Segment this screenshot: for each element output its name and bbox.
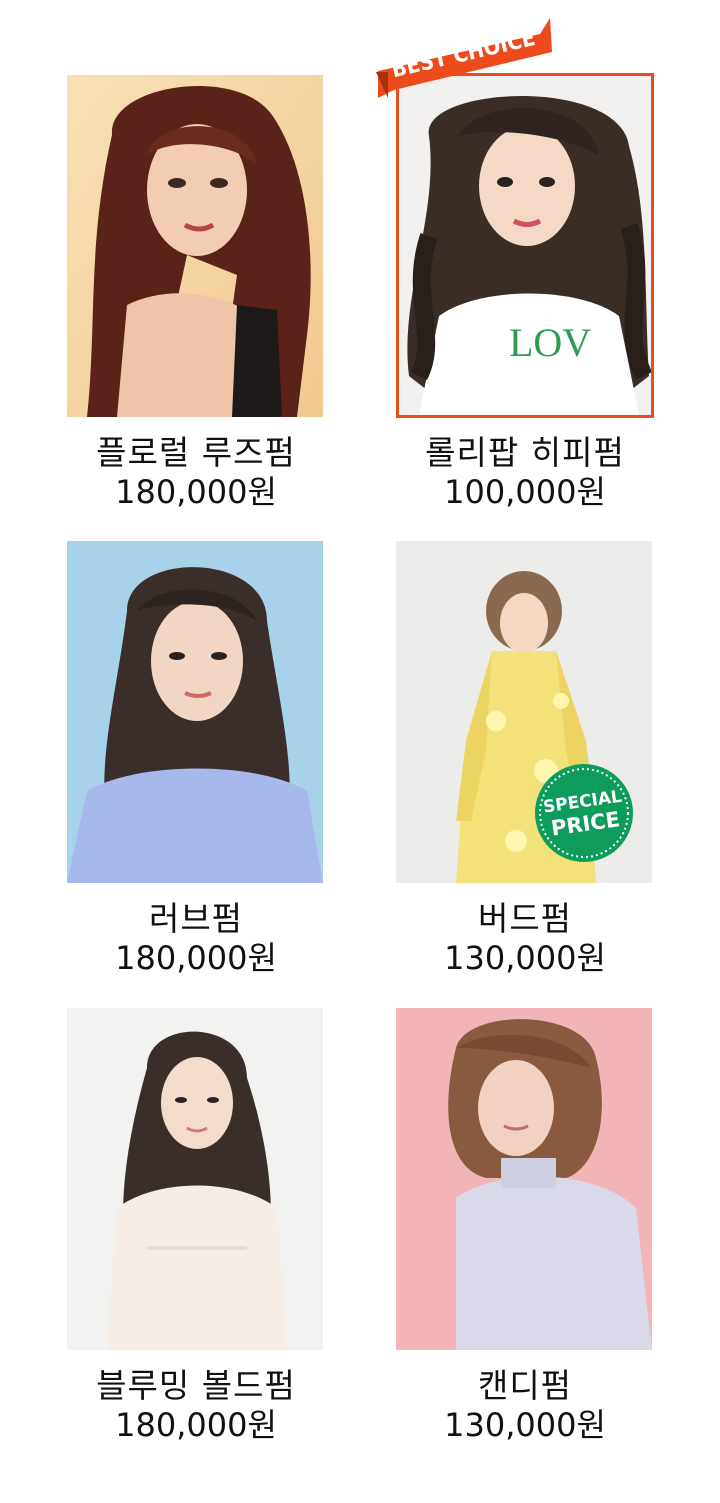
product-caption: 캔디펌 130,000원 [366, 1366, 684, 1444]
product-caption: 플로럴 루즈펌 180,000원 [37, 433, 355, 511]
product-price: 180,000원 [115, 939, 277, 977]
product-photo[interactable]: LOV [396, 73, 654, 418]
product-name: 버드펌 [477, 899, 573, 938]
product-price: 100,000원 [444, 473, 606, 511]
best-choice-ribbon: BEST CHOICE [374, 16, 554, 98]
product-caption: 버드펌 130,000원 [366, 899, 684, 977]
special-price-badge: SPECIAL PRICE [534, 763, 634, 863]
svg-text:LOV: LOV [509, 320, 591, 365]
product-name: 플로럴 루즈펌 [96, 433, 296, 472]
product-photo[interactable] [67, 75, 323, 417]
product-photo[interactable] [67, 541, 323, 883]
product-caption: 블루밍 볼드펌 180,000원 [37, 1366, 355, 1444]
product-price: 130,000원 [444, 1406, 606, 1444]
product-price: 180,000원 [115, 1406, 277, 1444]
product-photo[interactable] [67, 1008, 323, 1350]
product-name: 롤리팝 히피펌 [425, 433, 625, 472]
product-caption: 롤리팝 히피펌 100,000원 [366, 433, 684, 511]
product-name: 블루밍 볼드펌 [96, 1366, 296, 1405]
product-name: 러브펌 [148, 899, 244, 938]
product-name: 캔디펌 [477, 1366, 573, 1405]
product-price: 180,000원 [115, 473, 277, 511]
product-caption: 러브펌 180,000원 [37, 899, 355, 977]
product-price: 130,000원 [444, 939, 606, 977]
product-photo[interactable] [396, 1008, 652, 1350]
